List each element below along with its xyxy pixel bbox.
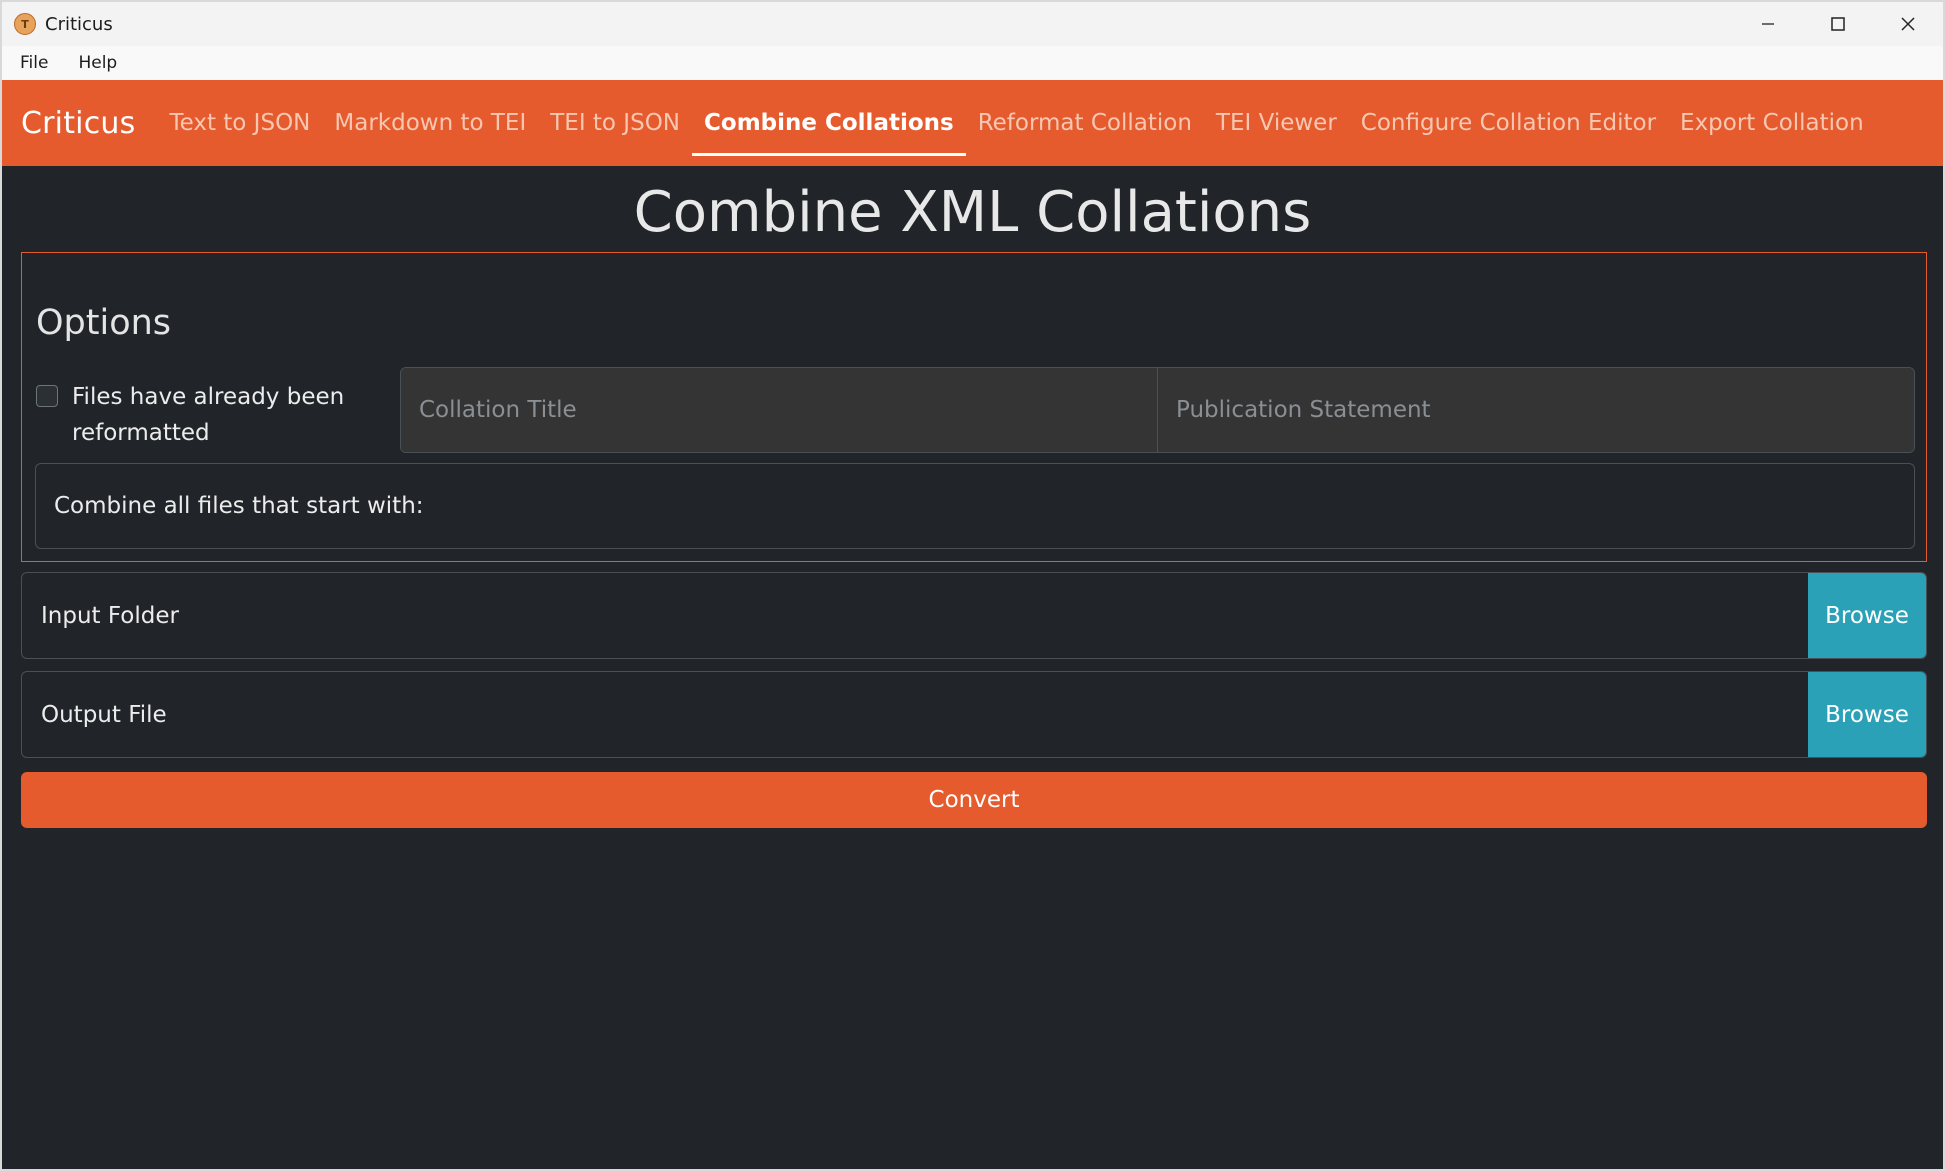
app-window: T Criticus File Help Criticus Text to JS… [0, 0, 1945, 1171]
menu-file[interactable]: File [20, 53, 48, 73]
brand-link[interactable]: Criticus [21, 106, 135, 141]
nav-configure-collation-editor[interactable]: Configure Collation Editor [1349, 80, 1668, 166]
publication-statement-input[interactable] [1157, 368, 1914, 452]
input-folder-label: Input Folder [41, 602, 179, 629]
window-title: Criticus [45, 13, 113, 35]
app-icon: T [14, 13, 36, 35]
metadata-input-group [400, 367, 1915, 453]
page-title: Combine XML Collations [633, 180, 1312, 245]
title-bar: T Criticus [2, 2, 1943, 46]
prefix-field[interactable]: Combine all files that start with: [35, 463, 1915, 549]
nav-combine-collations[interactable]: Combine Collations [692, 80, 966, 166]
input-folder-browse-button[interactable]: Browse [1808, 573, 1926, 658]
nav-export-collation[interactable]: Export Collation [1668, 80, 1876, 166]
output-file-row: Output File Browse [21, 671, 1927, 758]
nav-reformat-collation[interactable]: Reformat Collation [966, 80, 1204, 166]
main-content: Combine XML Collations Options Files hav… [2, 166, 1943, 828]
convert-button[interactable]: Convert [21, 772, 1927, 828]
output-file-label: Output File [41, 701, 167, 728]
nav-tei-viewer[interactable]: TEI Viewer [1204, 80, 1349, 166]
nav-markdown-to-tei[interactable]: Markdown to TEI [322, 80, 538, 166]
reformatted-label[interactable]: Files have already been reformatted [72, 379, 372, 451]
prefix-input[interactable] [423, 463, 1914, 549]
close-icon[interactable] [1873, 2, 1943, 46]
output-file-browse-button[interactable]: Browse [1808, 672, 1926, 757]
input-folder-row: Input Folder Browse [21, 572, 1927, 659]
window-controls [1733, 2, 1943, 46]
minimize-icon[interactable] [1733, 2, 1803, 46]
menu-bar: File Help [2, 46, 1943, 80]
reformatted-option: Files have already been reformatted [36, 379, 372, 451]
menu-help[interactable]: Help [78, 53, 117, 73]
nav-tei-to-json[interactable]: TEI to JSON [538, 80, 692, 166]
prefix-label: Combine all files that start with: [54, 493, 424, 519]
navbar: Criticus Text to JSON Markdown to TEI TE… [2, 80, 1943, 166]
nav-text-to-json[interactable]: Text to JSON [157, 80, 322, 166]
maximize-icon[interactable] [1803, 2, 1873, 46]
options-heading: Options [36, 303, 172, 343]
options-panel: Options Files have already been reformat… [21, 252, 1927, 562]
reformatted-checkbox[interactable] [36, 385, 58, 407]
collation-title-input[interactable] [401, 368, 1157, 452]
